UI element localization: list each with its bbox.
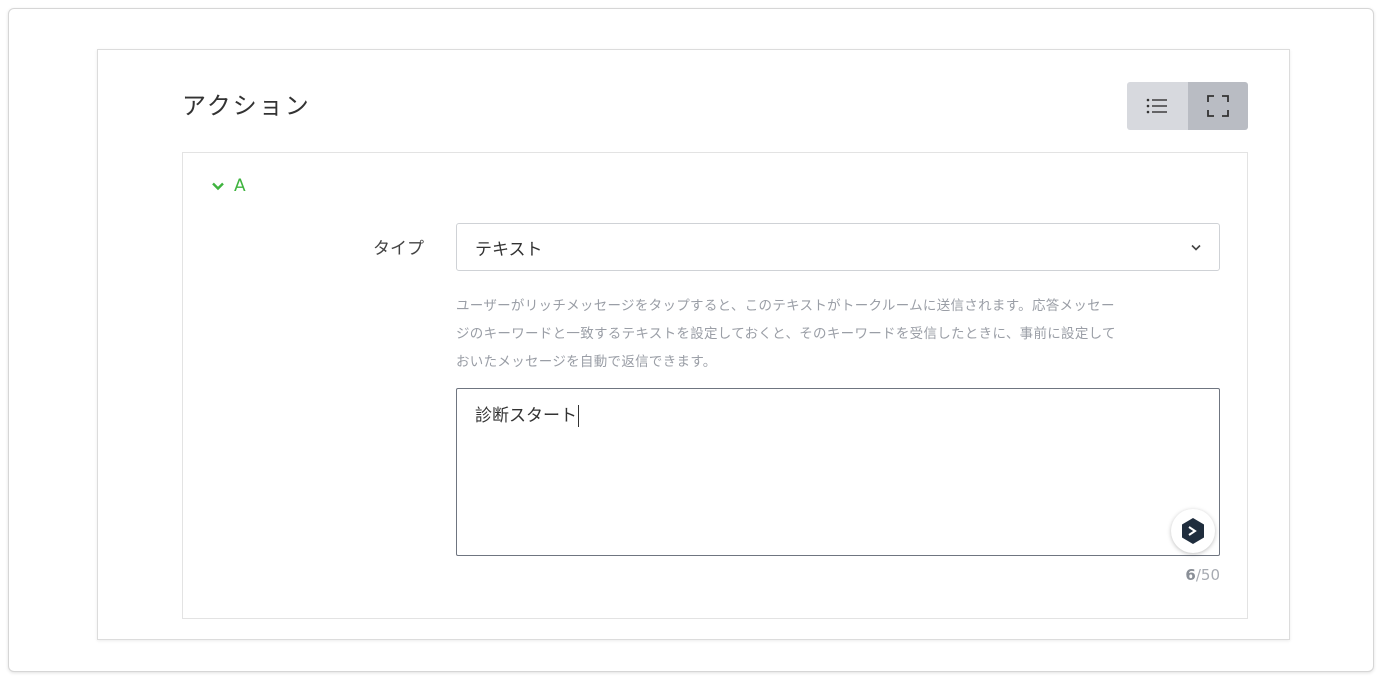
action-text-value: 診断スタート	[475, 406, 577, 426]
type-select[interactable]: テキスト	[456, 223, 1220, 271]
assistant-logo-icon	[1182, 518, 1204, 544]
character-count: 6	[1185, 566, 1196, 584]
action-text-input[interactable]: 診断スタート	[456, 388, 1220, 556]
writing-assistant-button[interactable]	[1171, 509, 1215, 553]
fullscreen-icon	[1206, 95, 1229, 117]
character-limit: /50	[1195, 566, 1220, 584]
fullscreen-view-button[interactable]	[1187, 82, 1248, 130]
chevron-down-icon	[212, 182, 224, 190]
chevron-down-icon	[1191, 244, 1201, 251]
text-caret	[578, 405, 579, 427]
list-icon	[1146, 98, 1168, 114]
type-label: タイプ	[373, 239, 424, 259]
action-label: A	[234, 176, 246, 196]
character-counter: 6/50	[1120, 566, 1220, 584]
action-accordion-header[interactable]: A	[212, 176, 246, 196]
section-title: アクション	[182, 92, 311, 120]
view-toggle	[1127, 82, 1248, 130]
list-view-button[interactable]	[1127, 82, 1188, 130]
type-select-value: テキスト	[475, 239, 543, 260]
help-text: ユーザーがリッチメッセージをタップすると、このテキストがトークルームに送信されま…	[456, 298, 1116, 370]
